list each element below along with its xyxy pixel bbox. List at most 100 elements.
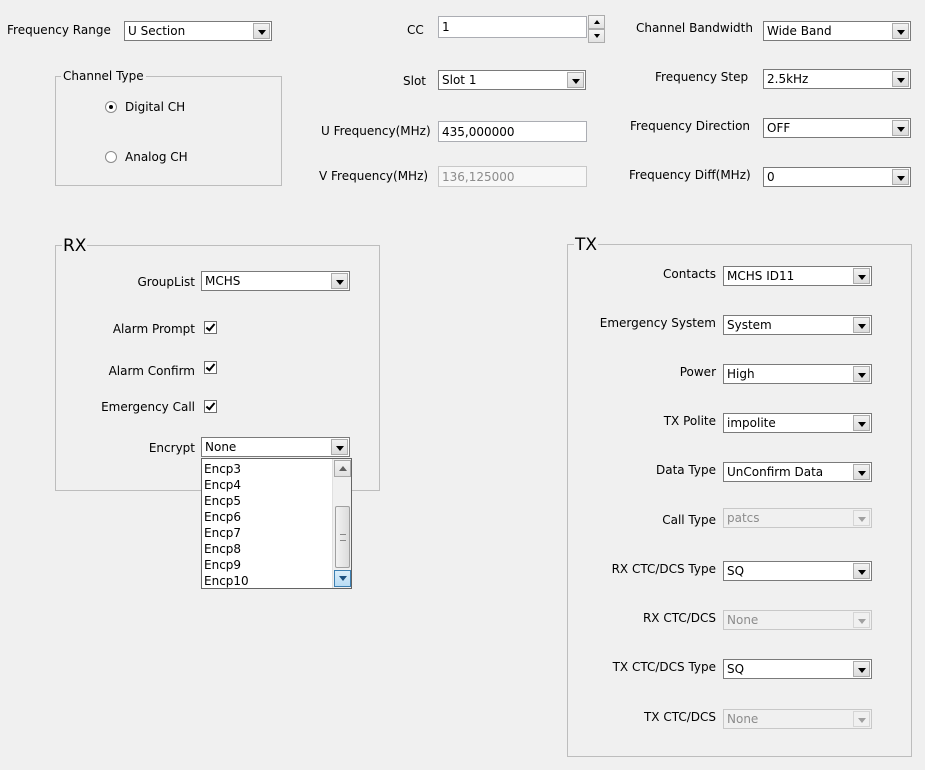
- tx-ctcdcs-type-value: SQ: [727, 662, 745, 676]
- list-item[interactable]: Encp3: [204, 461, 241, 477]
- rx-ctcdcs-type-select[interactable]: SQ: [723, 561, 872, 581]
- cc-input[interactable]: 1: [438, 16, 587, 38]
- frequency-diff-label: Frequency Diff(MHz): [629, 168, 751, 182]
- power-label: Power: [679, 365, 716, 379]
- frequency-direction-select[interactable]: OFF: [763, 118, 911, 138]
- scroll-up-icon[interactable]: [334, 460, 351, 477]
- list-item[interactable]: Encp8: [204, 541, 241, 557]
- slot-value: Slot 1: [442, 73, 477, 87]
- list-item[interactable]: Encp7: [204, 525, 241, 541]
- analog-ch-label[interactable]: Analog CH: [125, 150, 188, 164]
- power-select[interactable]: High: [723, 364, 872, 384]
- frequency-range-label: Frequency Range: [7, 23, 111, 37]
- rx-ctcdcs-select: None: [723, 610, 872, 630]
- tx-ctcdcs-type-select[interactable]: SQ: [723, 659, 872, 679]
- frequency-step-value: 2.5kHz: [767, 72, 809, 86]
- list-item[interactable]: Encp5: [204, 493, 241, 509]
- chevron-down-icon[interactable]: [331, 273, 348, 289]
- grouplist-select[interactable]: MCHS: [201, 271, 350, 291]
- chevron-down-icon[interactable]: [853, 563, 870, 579]
- contacts-select[interactable]: MCHS ID11: [723, 266, 872, 286]
- contacts-label: Contacts: [663, 267, 716, 281]
- tx-polite-select[interactable]: impolite: [723, 413, 872, 433]
- emergency-call-checkbox[interactable]: [204, 400, 217, 413]
- channel-type-title: Channel Type: [61, 69, 146, 83]
- cc-label: CC: [407, 23, 424, 37]
- grouplist-value: MCHS: [205, 274, 241, 288]
- slot-select[interactable]: Slot 1: [438, 70, 586, 90]
- scroll-down-icon[interactable]: [334, 570, 351, 587]
- channel-bandwidth-value: Wide Band: [767, 24, 832, 38]
- frequency-diff-select[interactable]: 0: [763, 167, 911, 187]
- tx-polite-value: impolite: [727, 416, 776, 430]
- chevron-down-icon[interactable]: [892, 120, 909, 136]
- rx-ctcdcs-type-label: RX CTC/DCS Type: [611, 562, 716, 576]
- chevron-down-icon[interactable]: [853, 661, 870, 677]
- emergency-call-label: Emergency Call: [101, 400, 195, 414]
- channel-bandwidth-select[interactable]: Wide Band: [763, 21, 911, 41]
- emergency-system-label: Emergency System: [599, 316, 716, 330]
- chevron-down-icon: [853, 711, 870, 727]
- chevron-down-icon[interactable]: [853, 268, 870, 284]
- frequency-range-select[interactable]: U Section: [124, 21, 272, 41]
- chevron-down-icon[interactable]: [892, 169, 909, 185]
- chevron-down-icon[interactable]: [253, 23, 270, 39]
- alarm-prompt-checkbox[interactable]: [204, 321, 217, 334]
- data-type-label: Data Type: [655, 463, 716, 477]
- digital-ch-label[interactable]: Digital CH: [125, 100, 185, 114]
- cc-spinner[interactable]: [588, 15, 605, 43]
- dropdown-scrollbar[interactable]: [332, 459, 351, 588]
- list-item[interactable]: Encp6: [204, 509, 241, 525]
- chevron-down-icon[interactable]: [331, 439, 348, 455]
- tx-ctcdcs-select: None: [723, 709, 872, 729]
- v-frequency-value: 136,125000: [442, 170, 515, 184]
- channel-bandwidth-label: Channel Bandwidth: [636, 21, 753, 35]
- spin-down-icon[interactable]: [588, 29, 605, 43]
- channel-type-group: [55, 76, 282, 186]
- frequency-diff-value: 0: [767, 170, 775, 184]
- v-frequency-input: 136,125000: [438, 166, 587, 187]
- rx-title: RX: [62, 236, 88, 256]
- frequency-range-value: U Section: [128, 24, 186, 38]
- tx-polite-label: TX Polite: [663, 414, 716, 428]
- call-type-value: patcs: [727, 511, 760, 525]
- data-type-value: UnConfirm Data: [727, 465, 824, 479]
- frequency-step-label: Frequency Step: [655, 70, 749, 84]
- rx-ctcdcs-type-value: SQ: [727, 564, 745, 578]
- frequency-direction-value: OFF: [767, 121, 791, 135]
- data-type-select[interactable]: UnConfirm Data: [723, 462, 872, 482]
- chevron-down-icon[interactable]: [853, 366, 870, 382]
- emergency-system-value: System: [727, 318, 772, 332]
- encrypt-select[interactable]: None: [201, 437, 350, 457]
- emergency-system-select[interactable]: System: [723, 315, 872, 335]
- encrypt-dropdown-list[interactable]: Encp3 Encp4 Encp5 Encp6 Encp7 Encp8 Encp…: [201, 458, 352, 589]
- u-frequency-input[interactable]: 435,000000: [438, 121, 587, 142]
- list-item[interactable]: Encp9: [204, 557, 241, 573]
- list-item[interactable]: Encp10: [204, 573, 249, 588]
- v-frequency-label: V Frequency(MHz): [319, 169, 429, 183]
- grouplist-label: GroupList: [137, 275, 195, 289]
- chevron-down-icon[interactable]: [892, 23, 909, 39]
- chevron-down-icon[interactable]: [853, 415, 870, 431]
- encrypt-label: Encrypt: [148, 441, 195, 455]
- analog-ch-radio[interactable]: [105, 151, 117, 163]
- power-value: High: [727, 367, 755, 381]
- digital-ch-radio[interactable]: [105, 101, 117, 113]
- alarm-confirm-label: Alarm Confirm: [108, 364, 195, 378]
- frequency-step-select[interactable]: 2.5kHz: [763, 69, 911, 89]
- tx-labels-column: Contacts Emergency System Power TX Polit…: [568, 245, 718, 745]
- alarm-confirm-checkbox[interactable]: [204, 361, 217, 374]
- spin-up-icon[interactable]: [588, 15, 605, 29]
- cc-value: 1: [442, 20, 450, 34]
- chevron-down-icon[interactable]: [892, 71, 909, 87]
- chevron-down-icon[interactable]: [853, 464, 870, 480]
- tx-ctcdcs-value: None: [727, 712, 759, 726]
- chevron-down-icon[interactable]: [567, 72, 584, 88]
- rx-ctcdcs-label: RX CTC/DCS: [642, 611, 716, 625]
- u-frequency-label: U Frequency(MHz): [321, 124, 431, 138]
- list-item[interactable]: Encp4: [204, 477, 241, 493]
- slot-label: Slot: [403, 74, 426, 88]
- chevron-down-icon[interactable]: [853, 317, 870, 333]
- tx-ctcdcs-type-label: TX CTC/DCS Type: [612, 660, 716, 674]
- scrollbar-thumb[interactable]: [335, 506, 350, 568]
